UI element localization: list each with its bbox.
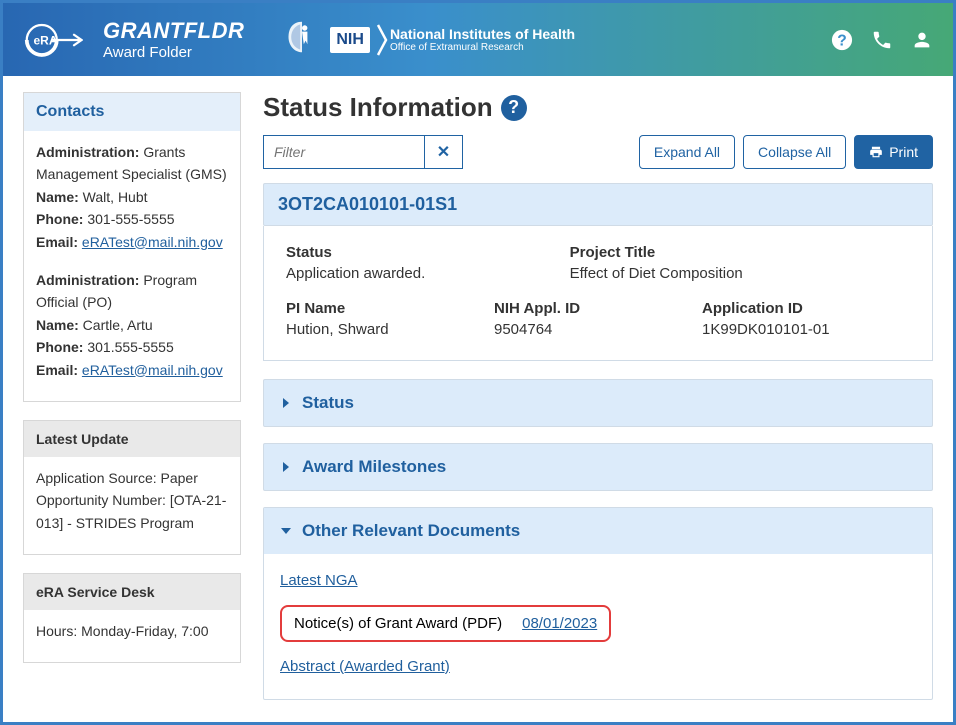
app-header: eRA GRANTFLDR Award Folder NIH National … bbox=[3, 3, 953, 76]
sidebar: Contacts Administration: Grants Manageme… bbox=[23, 92, 241, 716]
print-icon bbox=[869, 145, 883, 159]
section-status[interactable]: Status bbox=[263, 379, 933, 427]
app-title: GRANTFLDR bbox=[103, 18, 244, 44]
latest-update-panel: Latest Update Application Source: Paper … bbox=[23, 420, 241, 555]
status-value: Application awarded. bbox=[286, 265, 570, 282]
admin-label: Administration: bbox=[36, 272, 139, 288]
help-icon[interactable]: ? bbox=[831, 29, 853, 51]
service-desk-panel: eRA Service Desk Hours: Monday-Friday, 7… bbox=[23, 573, 241, 663]
era-logo: eRA bbox=[23, 21, 83, 59]
abstract-link[interactable]: Abstract (Awarded Grant) bbox=[280, 658, 450, 675]
nih-appl-id-value: 9504764 bbox=[494, 321, 702, 338]
email-label: Email: bbox=[36, 234, 78, 250]
expand-all-button[interactable]: Expand All bbox=[639, 135, 735, 169]
latest-update-body: Application Source: Paper Opportunity Nu… bbox=[24, 457, 240, 554]
section-milestones-label: Award Milestones bbox=[302, 457, 446, 477]
latest-update-title: Latest Update bbox=[24, 421, 240, 457]
phone-value: 301.555-5555 bbox=[83, 339, 173, 355]
app-title-block: GRANTFLDR Award Folder bbox=[103, 18, 244, 61]
app-subtitle: Award Folder bbox=[103, 44, 244, 61]
name-label: Name: bbox=[36, 189, 79, 205]
nih-sub: Office of Extramural Research bbox=[390, 42, 575, 53]
pi-name-value: Hution, Shward bbox=[286, 321, 494, 338]
filter-wrap: ✕ bbox=[263, 135, 463, 169]
filter-input[interactable] bbox=[264, 136, 424, 168]
chevron-right-icon bbox=[280, 397, 292, 409]
contacts-panel: Contacts Administration: Grants Manageme… bbox=[23, 92, 241, 402]
help-circle-icon[interactable]: ? bbox=[501, 95, 527, 121]
contact-gms: Administration: Grants Management Specia… bbox=[36, 141, 228, 253]
info-card: Status Application awarded. Project Titl… bbox=[263, 226, 933, 361]
application-id-value: 1K99DK010101-01 bbox=[702, 321, 910, 338]
email-label: Email: bbox=[36, 362, 78, 378]
project-title-label: Project Title bbox=[570, 244, 910, 261]
page-title: Status Information bbox=[263, 92, 493, 123]
print-button[interactable]: Print bbox=[854, 135, 933, 169]
status-label: Status bbox=[286, 244, 570, 261]
page-title-row: Status Information ? bbox=[263, 92, 933, 123]
email-link[interactable]: eRATest@mail.nih.gov bbox=[82, 234, 223, 250]
nih-badge: NIH bbox=[330, 27, 370, 53]
svg-text:?: ? bbox=[837, 32, 847, 49]
nih-name: National Institutes of Health bbox=[390, 26, 575, 42]
chevron-down-icon bbox=[280, 525, 292, 537]
collapse-all-button[interactable]: Collapse All bbox=[743, 135, 846, 169]
filter-clear-button[interactable]: ✕ bbox=[424, 136, 462, 168]
svg-text:eRA: eRA bbox=[34, 33, 58, 47]
section-status-label: Status bbox=[302, 393, 354, 413]
name-label: Name: bbox=[36, 317, 79, 333]
name-value: Cartle, Artu bbox=[79, 317, 153, 333]
user-icon[interactable] bbox=[911, 29, 933, 51]
service-desk-title: eRA Service Desk bbox=[24, 574, 240, 610]
hhs-logo-icon bbox=[284, 19, 320, 60]
service-desk-body: Hours: Monday-Friday, 7:00 bbox=[24, 610, 240, 662]
nih-appl-id-label: NIH Appl. ID bbox=[494, 300, 702, 317]
latest-nga-link[interactable]: Latest NGA bbox=[280, 572, 358, 589]
notice-of-grant-award-highlight: Notice(s) of Grant Award (PDF) 08/01/202… bbox=[280, 605, 611, 642]
section-docs-label: Other Relevant Documents bbox=[302, 521, 520, 541]
phone-value: 301-555-5555 bbox=[83, 211, 174, 227]
name-value: Walt, Hubt bbox=[79, 189, 148, 205]
main-content: Status Information ? ✕ Expand All Collap… bbox=[263, 92, 933, 716]
print-label: Print bbox=[889, 144, 918, 160]
email-link[interactable]: eRATest@mail.nih.gov bbox=[82, 362, 223, 378]
docs-body: Latest NGA Notice(s) of Grant Award (PDF… bbox=[264, 554, 932, 699]
pi-name-label: PI Name bbox=[286, 300, 494, 317]
phone-icon[interactable] bbox=[871, 29, 893, 51]
nih-block: NIH National Institutes of Health Office… bbox=[330, 23, 575, 57]
section-milestones[interactable]: Award Milestones bbox=[263, 443, 933, 491]
notice-date-link[interactable]: 08/01/2023 bbox=[522, 615, 597, 632]
notice-label: Notice(s) of Grant Award (PDF) bbox=[294, 615, 502, 632]
phone-label: Phone: bbox=[36, 339, 83, 355]
contact-po: Administration: Program Official (PO) Na… bbox=[36, 269, 228, 381]
section-docs-header[interactable]: Other Relevant Documents bbox=[264, 508, 932, 554]
contacts-title: Contacts bbox=[24, 93, 240, 131]
project-title-value: Effect of Diet Composition bbox=[570, 265, 910, 282]
chevron-right-icon bbox=[280, 461, 292, 473]
nih-bracket-icon bbox=[376, 23, 390, 57]
toolbar: ✕ Expand All Collapse All Print bbox=[263, 135, 933, 169]
grant-id: 3OT2CA010101-01S1 bbox=[263, 183, 933, 226]
admin-label: Administration: bbox=[36, 144, 139, 160]
application-id-label: Application ID bbox=[702, 300, 910, 317]
section-docs: Other Relevant Documents Latest NGA Noti… bbox=[263, 507, 933, 700]
phone-label: Phone: bbox=[36, 211, 83, 227]
